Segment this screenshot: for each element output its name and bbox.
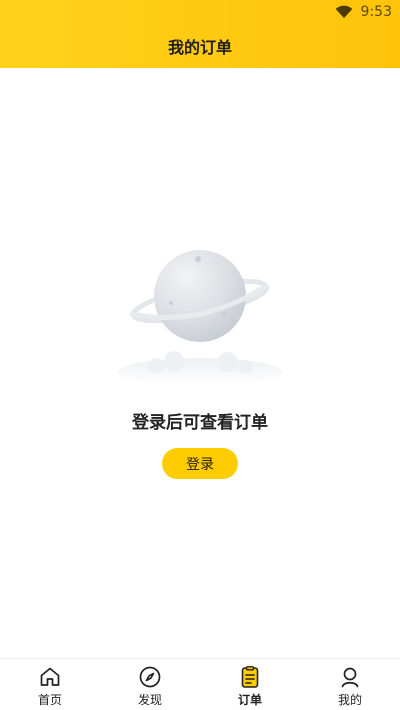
bottom-tab-bar: 首页 发现 订单 我的	[0, 658, 400, 710]
status-bar: 9:53	[335, 2, 392, 22]
tab-home[interactable]: 首页	[0, 659, 100, 710]
planet-illustration	[116, 248, 284, 388]
tab-profile[interactable]: 我的	[300, 659, 400, 710]
login-button[interactable]: 登录	[162, 448, 238, 479]
wifi-icon	[335, 5, 352, 19]
empty-message: 登录后可查看订单	[132, 413, 268, 433]
tab-label: 首页	[37, 693, 62, 707]
user-icon	[341, 667, 359, 688]
empty-state: 登录后可查看订单 登录	[0, 248, 400, 488]
tab-orders[interactable]: 订单	[200, 659, 300, 710]
home-icon	[40, 667, 60, 686]
top-bar: 9:53 我的订单	[0, 0, 400, 68]
order-icon	[241, 666, 259, 688]
tab-label: 我的	[337, 693, 362, 707]
compass-icon	[139, 666, 161, 688]
tab-label: 订单	[237, 693, 262, 707]
status-time: 9:53	[360, 4, 392, 20]
tab-discover[interactable]: 发现	[100, 659, 200, 710]
tab-label: 发现	[137, 693, 162, 707]
page-title: 我的订单	[167, 38, 232, 57]
